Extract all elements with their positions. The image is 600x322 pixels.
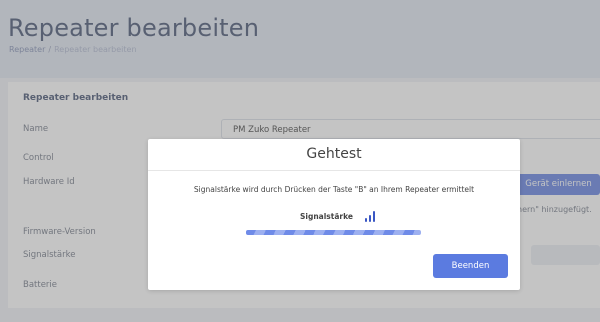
walk-test-dialog: Gehtest Signalstärke wird durch Drücken …	[148, 139, 520, 290]
dialog-message: Signalstärke wird durch Drücken der Tast…	[193, 185, 475, 194]
progress-fill	[246, 230, 421, 235]
signal-row: Signalstärke	[300, 206, 377, 222]
signal-bar	[365, 218, 368, 222]
signal-bar	[373, 211, 376, 222]
signal-bar	[369, 215, 372, 222]
dialog-title: Gehtest	[306, 146, 362, 162]
signal-bars-icon	[365, 211, 377, 222]
dialog-divider	[148, 170, 520, 171]
progress-bar	[246, 230, 421, 235]
signal-label: Signalstärke	[300, 212, 353, 221]
finish-button[interactable]: Beenden	[433, 254, 508, 278]
